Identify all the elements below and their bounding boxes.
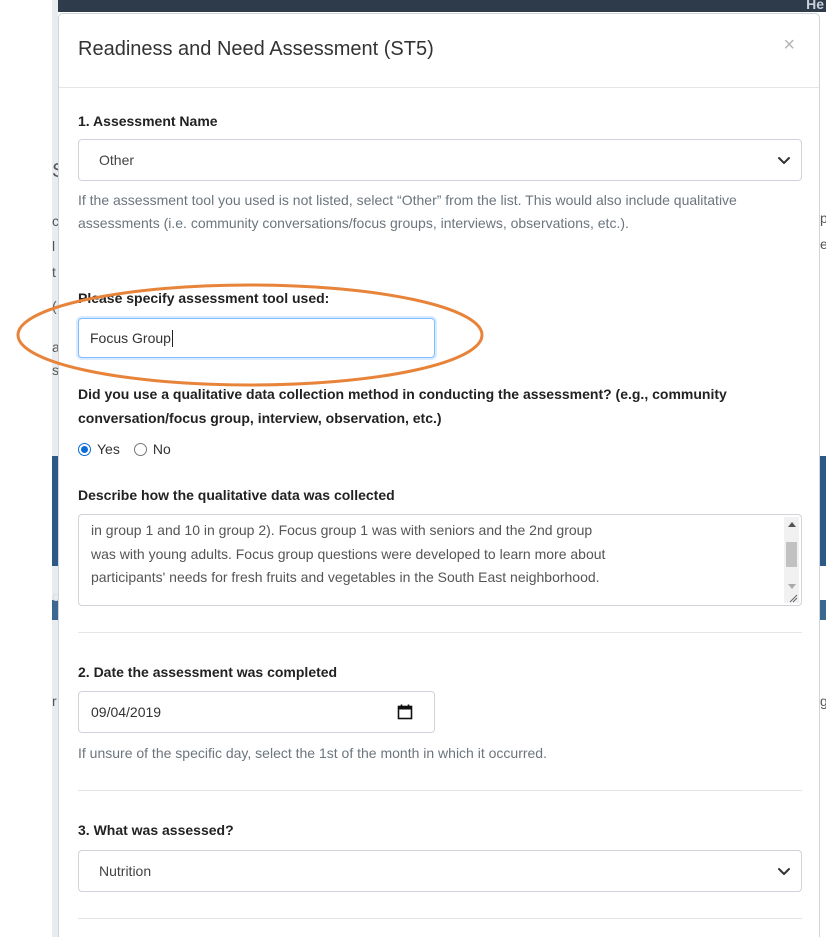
chevron-down-icon <box>778 868 790 875</box>
what-assessed-select[interactable]: Nutrition <box>78 850 802 892</box>
modal-title: Readiness and Need Assessment (ST5) <box>78 38 434 60</box>
assessment-name-value: Other <box>99 152 135 168</box>
background-fragment: r <box>52 693 57 709</box>
background-fragment: g <box>820 693 826 709</box>
no-radio[interactable] <box>133 442 147 456</box>
background-topbar: He <box>52 0 826 12</box>
scroll-down-arrow-icon[interactable] <box>788 584 796 589</box>
section-divider <box>78 790 802 791</box>
textarea-scrollbar[interactable] <box>784 517 799 603</box>
background-fragment: e <box>820 236 826 252</box>
qualitative-method-question: Did you use a qualitative data collectio… <box>78 386 727 426</box>
highlight-ellipse-annotation <box>16 283 484 387</box>
date-value: 09/04/2019 <box>91 704 162 720</box>
date-input[interactable]: 09/04/2019 <box>78 691 435 733</box>
yes-radio[interactable] <box>78 442 91 456</box>
assessment-name-select[interactable]: Other <box>78 139 802 181</box>
chevron-down-icon <box>778 157 790 164</box>
what-assessed-value: Nutrition <box>99 863 152 879</box>
resize-grip-icon[interactable] <box>789 594 798 603</box>
close-button[interactable]: × <box>777 34 801 56</box>
yes-radio-label[interactable]: Yes <box>97 441 120 457</box>
scroll-thumb[interactable] <box>786 542 797 567</box>
textarea-line: was with young adults. Focus group quest… <box>91 545 606 562</box>
no-radio-label[interactable]: No <box>153 441 171 457</box>
background-fragment: p <box>820 210 826 226</box>
what-assessed-label: 3. What was assessed? <box>78 822 234 838</box>
date-label: 2. Date the assessment was completed <box>78 664 338 680</box>
describe-label: Describe how the qualitative data was co… <box>78 487 395 503</box>
assessment-modal: Readiness and Need Assessment (ST5) × 1.… <box>16 13 820 937</box>
background-topbar-text: He <box>806 0 824 12</box>
modal-header: Readiness and Need Assessment (ST5) × <box>59 14 819 88</box>
background-fragment: l <box>52 238 56 254</box>
calendar-icon[interactable] <box>397 704 413 720</box>
date-help: If unsure of the specific day, select th… <box>78 745 547 761</box>
textarea-line: participants' needs for fresh fruits and… <box>91 569 600 585</box>
assessment-name-help: If the assessment tool you used is not l… <box>78 192 737 231</box>
background-fragment: t <box>52 264 56 280</box>
assessment-name-label: 1. Assessment Name <box>78 113 218 129</box>
qualitative-radio-group: Yes No <box>78 441 185 457</box>
textarea-line: in group 1 and 10 in group 2). Focus gro… <box>91 522 593 538</box>
section-divider <box>78 632 802 633</box>
section-divider <box>78 918 802 919</box>
scroll-up-arrow-icon[interactable] <box>788 522 796 527</box>
describe-textarea[interactable]: in group 1 and 10 in group 2). Focus gro… <box>78 514 802 606</box>
